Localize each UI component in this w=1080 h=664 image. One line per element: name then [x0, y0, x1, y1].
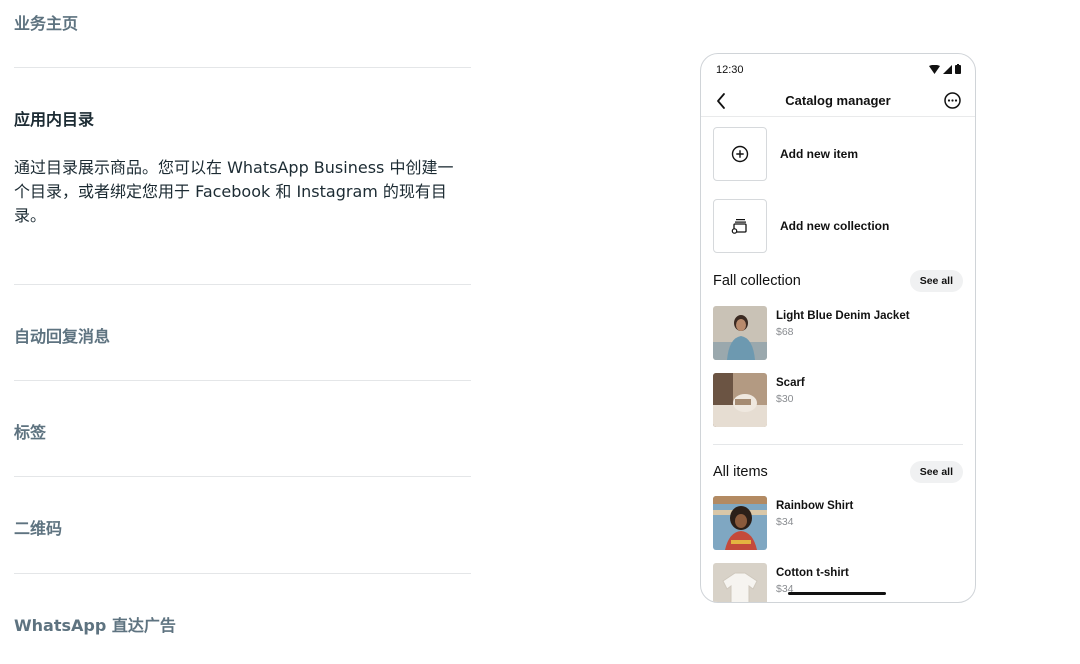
status-bar: 12:30	[701, 54, 975, 86]
wifi-icon	[929, 64, 940, 74]
accordion-title[interactable]: 二维码	[14, 477, 471, 539]
accordion-item-auto-reply[interactable]: 自动回复消息	[14, 285, 471, 381]
product-item[interactable]: Scarf $30	[713, 373, 963, 427]
product-name: Cotton t-shirt	[776, 567, 849, 579]
section-header-all-items: All items See all	[713, 460, 963, 484]
action-icon-box	[713, 127, 767, 181]
product-price: $34	[776, 516, 794, 528]
status-icons	[929, 64, 961, 74]
collection-stack-icon	[731, 219, 747, 234]
section-divider	[713, 444, 963, 445]
product-thumbnail	[713, 306, 767, 360]
accordion-item-business-profile[interactable]: 业务主页	[14, 0, 471, 68]
accordion-title[interactable]: WhatsApp 直达广告	[14, 574, 471, 636]
product-thumbnail	[713, 373, 767, 427]
see-all-button[interactable]: See all	[909, 461, 963, 483]
add-new-item-button[interactable]: Add new item	[713, 127, 963, 181]
product-thumbnail	[713, 496, 767, 550]
product-thumbnail	[713, 563, 767, 602]
accordion-item-catalog[interactable]: 应用内目录 通过目录展示商品。您可以在 WhatsApp Business 中创…	[14, 68, 471, 285]
section-header-fall-collection: Fall collection See all	[713, 269, 963, 293]
accordion-item-click-to-whatsapp-ads[interactable]: WhatsApp 直达广告	[14, 574, 471, 654]
accordion-title[interactable]: 应用内目录	[14, 68, 471, 130]
product-info: Scarf $30	[776, 373, 805, 427]
product-name: Rainbow Shirt	[776, 500, 854, 512]
product-item[interactable]: Rainbow Shirt $34	[713, 496, 963, 550]
home-indicator	[788, 592, 886, 595]
feature-accordion: 业务主页 应用内目录 通过目录展示商品。您可以在 WhatsApp Busine…	[14, 0, 471, 654]
status-time: 12:30	[716, 64, 744, 76]
add-new-collection-button[interactable]: Add new collection	[713, 199, 963, 253]
accordion-item-labels[interactable]: 标签	[14, 381, 471, 477]
product-price: $68	[776, 326, 794, 338]
action-icon-box	[713, 199, 767, 253]
product-name: Scarf	[776, 377, 805, 389]
product-name: Light Blue Denim Jacket	[776, 310, 910, 322]
accordion-body-text: 通过目录展示商品。您可以在 WhatsApp Business 中创建一个目录，…	[14, 158, 454, 225]
see-all-button[interactable]: See all	[909, 270, 963, 292]
accordion-title[interactable]: 标签	[14, 381, 471, 443]
accordion-title[interactable]: 自动回复消息	[14, 285, 471, 347]
plus-circle-icon	[731, 145, 749, 163]
signal-icon	[943, 64, 952, 74]
product-info: Light Blue Denim Jacket $68	[776, 306, 910, 360]
page-title: Catalog manager	[785, 93, 891, 108]
app-header: Catalog manager	[701, 86, 975, 117]
battery-icon	[955, 64, 961, 74]
product-item[interactable]: Light Blue Denim Jacket $68	[713, 306, 963, 360]
product-info: Rainbow Shirt $34	[776, 496, 853, 550]
phone-mockup: 12:30 Catalog manager Add new item Add n…	[700, 53, 976, 603]
product-price: $30	[776, 393, 794, 405]
product-item[interactable]: Cotton t-shirt $34	[713, 563, 963, 602]
section-title: Fall collection	[713, 273, 801, 289]
action-label: Add new item	[780, 147, 859, 161]
action-label: Add new collection	[780, 219, 890, 233]
product-info: Cotton t-shirt $34	[776, 563, 849, 602]
more-options-icon[interactable]	[943, 91, 962, 110]
accordion-title[interactable]: 业务主页	[14, 0, 471, 34]
accordion-item-qr-code[interactable]: 二维码	[14, 477, 471, 574]
section-title: All items	[713, 464, 768, 480]
